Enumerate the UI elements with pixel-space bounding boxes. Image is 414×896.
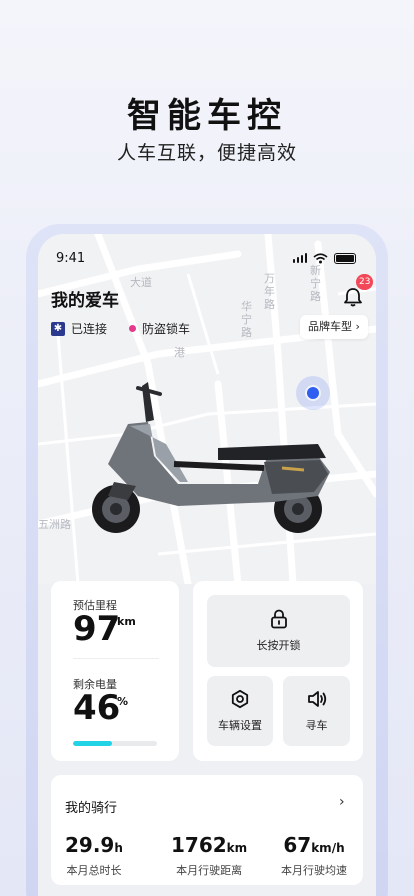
map-label: 万年路 [264, 272, 275, 311]
promo-subtitle: 人车互联，便捷高效 [116, 142, 297, 164]
ride-value: 67 [283, 833, 312, 857]
hex-settings-icon [231, 689, 249, 709]
security-dot-icon [129, 325, 137, 332]
status-bar: 9:41 [56, 248, 356, 268]
ride-caption: 本月总时长 [66, 864, 122, 877]
status-icons [292, 252, 356, 264]
map-label: 新宁路 [310, 264, 321, 303]
ride-stat-speed: 67km/h 本月行驶均速 [281, 833, 347, 878]
scooter-image [92, 382, 330, 533]
status-time: 9:41 [56, 250, 86, 266]
ride-unit: h [114, 841, 123, 855]
signal-icon [292, 253, 307, 263]
ride-unit: km/h [311, 841, 345, 855]
range-unit: km [117, 615, 136, 628]
app-screen: 大道 万年路 华宁路 新宁路 五洲路 港 9:41 我的爱车 23 ✱ 已连接 … [38, 234, 376, 896]
map-label: 华宁路 [241, 300, 252, 339]
ride-caption: 本月行驶距离 [176, 864, 243, 877]
find-label: 寻车 [305, 719, 328, 732]
bluetooth-icon: ✱ [51, 321, 65, 336]
ride-caption: 本月行驶均速 [281, 864, 347, 877]
my-rides-card[interactable]: 我的骑行 › 29.9h 本月总时长 1762km 本月行驶距离 67km/h … [51, 775, 363, 885]
unlock-label: 长按开锁 [256, 639, 301, 652]
ride-unit: km [226, 841, 248, 855]
range-value: 97 [73, 609, 121, 649]
vehicle-actions-card: 长按开锁 车辆设置 寻车 [193, 581, 363, 761]
settings-label: 车辆设置 [218, 719, 262, 732]
phone-frame: 大道 万年路 华宁路 新宁路 五洲路 港 9:41 我的爱车 23 ✱ 已连接 … [26, 224, 388, 896]
page-title: 我的爱车 [51, 291, 119, 311]
ride-stat-duration: 29.9h 本月总时长 [65, 833, 123, 878]
ride-value: 1762 [171, 833, 227, 857]
unlock-button[interactable]: 长按开锁 [207, 595, 350, 667]
find-vehicle-button[interactable]: 寻车 [283, 676, 350, 746]
range-battery-card: 预估里程 97 km 剩余电量 46 % [51, 581, 179, 761]
map-label: 港 [174, 346, 185, 359]
ride-value: 29.9 [65, 833, 115, 857]
lock-icon [270, 609, 287, 629]
battery-unit: % [117, 695, 129, 708]
rides-title: 我的骑行 [65, 801, 118, 816]
wifi-icon [313, 252, 328, 263]
promo-title: 智能车控 [127, 96, 287, 136]
speaker-icon [307, 691, 326, 707]
vehicle-settings-button[interactable]: 车辆设置 [207, 676, 273, 746]
map-label: 五洲路 [38, 518, 71, 531]
battery-level-fill [73, 741, 112, 746]
battery-status-icon [334, 252, 356, 264]
battery-level-bar [73, 741, 157, 746]
divider [73, 658, 159, 659]
bluetooth-status: 已连接 [71, 322, 108, 336]
chevron-right-icon[interactable]: › [339, 794, 345, 810]
map-label: 大道 [130, 276, 152, 289]
security-status: 防盗锁车 [142, 322, 191, 336]
connection-status: ✱ 已连接 防盗锁车 [51, 320, 190, 337]
battery-value: 46 [73, 688, 121, 728]
ride-stat-distance: 1762km 本月行驶距离 [171, 833, 247, 878]
brand-model-button[interactable]: 品牌车型 › [300, 315, 368, 339]
